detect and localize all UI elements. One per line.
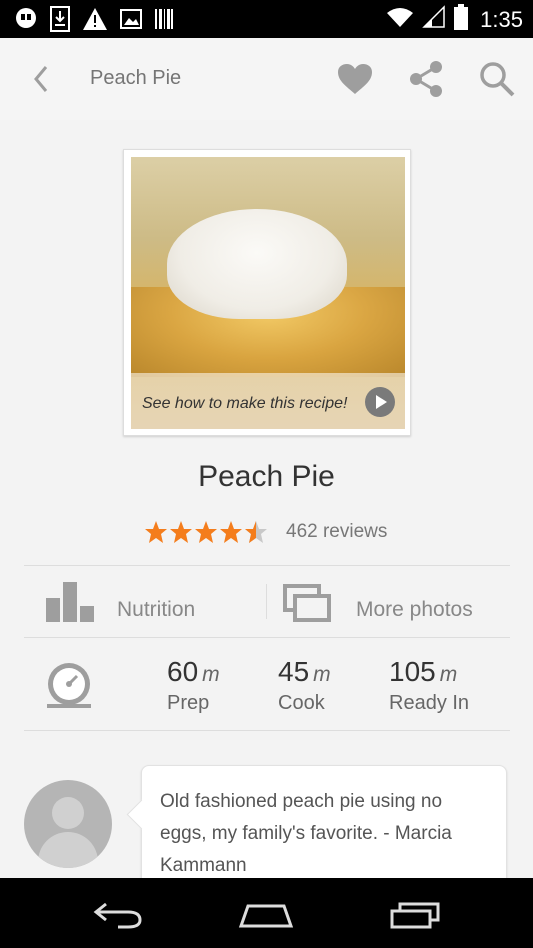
back-icon[interactable]: [28, 62, 56, 96]
recent-apps-icon[interactable]: [389, 900, 441, 935]
system-nav-bar: [0, 878, 533, 948]
star-icon: [220, 521, 242, 543]
recipe-content: See how to make this recipe! Peach Pie 4…: [0, 120, 533, 878]
photos-icon[interactable]: [283, 584, 333, 629]
recipe-title: Peach Pie: [198, 460, 335, 493]
divider: [24, 730, 510, 731]
ready-in-time: 105 m Ready In: [389, 656, 469, 715]
video-caption[interactable]: See how to make this recipe!: [142, 395, 347, 413]
recipe-photo[interactable]: See how to make this recipe!: [131, 157, 405, 429]
nutrition-icon[interactable]: [44, 578, 96, 631]
rating-row[interactable]: 462 reviews: [144, 520, 387, 544]
vertical-divider: [266, 584, 267, 619]
play-icon[interactable]: [365, 387, 395, 417]
signal-icon: [422, 5, 446, 34]
status-bar: 1:35: [0, 0, 533, 38]
ready-in-label: Ready In: [389, 692, 470, 714]
image-icon: [120, 9, 142, 34]
star-icon: [195, 521, 217, 543]
search-icon[interactable]: [478, 60, 516, 103]
half-star-icon: [245, 521, 267, 543]
nutrition-link[interactable]: Nutrition: [117, 598, 195, 622]
review-bubble[interactable]: Old fashioned peach pie using no eggs, m…: [141, 765, 507, 878]
avatar-head: [52, 797, 84, 829]
ready-in-value: 105: [389, 656, 436, 687]
barcode-icon: [154, 8, 174, 35]
back-nav-icon[interactable]: [92, 900, 144, 935]
cook-time-value: 45: [278, 656, 310, 687]
clock: 1:35: [480, 6, 523, 32]
avatar-body: [38, 832, 98, 868]
prep-time-unit: m: [202, 663, 220, 686]
review-text: Old fashioned peach pie using no eggs, m…: [160, 791, 452, 876]
star-rating: [144, 520, 268, 544]
prep-time: 60 m Prep: [167, 656, 220, 715]
prep-time-label: Prep: [167, 692, 210, 714]
cook-time: 45 m Cook: [278, 656, 331, 715]
cook-time-unit: m: [313, 663, 331, 686]
star-icon: [145, 521, 167, 543]
battery-icon: [454, 4, 469, 35]
more-photos-link[interactable]: More photos: [356, 598, 473, 622]
cook-time-label: Cook: [278, 692, 325, 714]
home-nav-icon[interactable]: [238, 900, 294, 935]
app-bar: Peach Pie: [0, 38, 533, 120]
prep-time-value: 60: [167, 656, 199, 687]
warning-icon: [82, 7, 108, 36]
heart-icon[interactable]: [336, 62, 374, 101]
wifi-icon: [386, 6, 414, 33]
review-count[interactable]: 462 reviews: [286, 521, 387, 543]
share-icon[interactable]: [408, 60, 444, 103]
star-icon: [170, 521, 192, 543]
hangouts-icon: [14, 7, 38, 36]
system-icons: 1:35: [386, 4, 523, 35]
whipped-cream-image: [167, 209, 347, 319]
download-icon: [50, 6, 70, 37]
recipe-photo-card[interactable]: See how to make this recipe!: [123, 149, 411, 436]
divider: [24, 637, 510, 638]
timer-icon: [45, 660, 93, 715]
avatar[interactable]: [24, 780, 112, 868]
divider: [24, 565, 510, 566]
app-bar-title: Peach Pie: [90, 67, 182, 89]
notification-icons: [14, 6, 174, 37]
ready-in-unit: m: [439, 663, 458, 686]
